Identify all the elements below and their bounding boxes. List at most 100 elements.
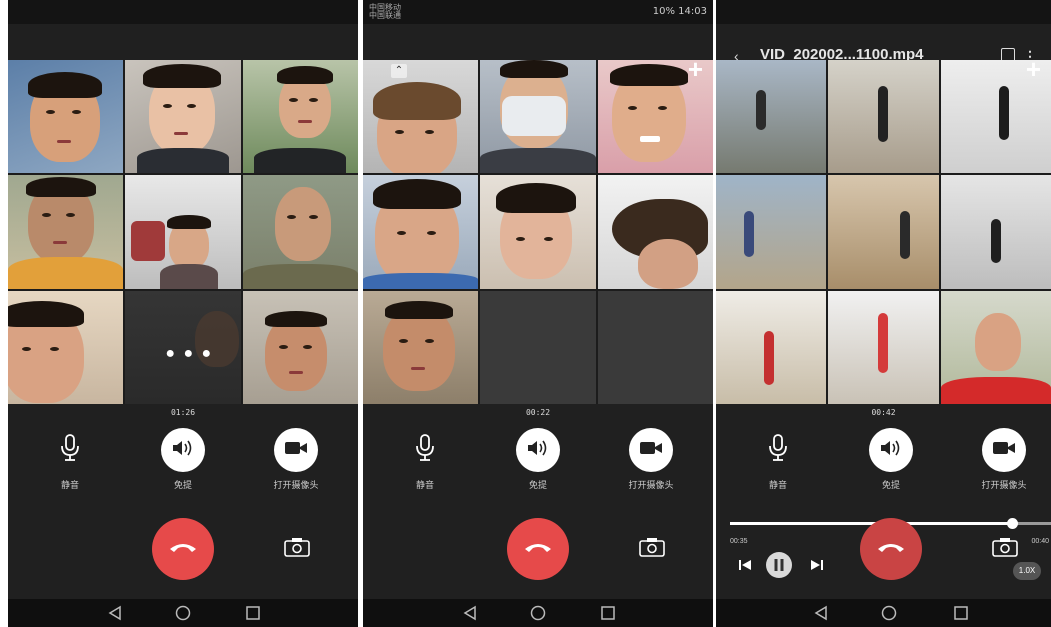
speaker-button[interactable]: 免提 <box>851 428 931 491</box>
nav-recent-icon[interactable] <box>952 604 970 622</box>
call-top-bar <box>8 24 358 60</box>
participant-video[interactable] <box>363 60 479 174</box>
microphone-icon <box>767 433 789 468</box>
speaker-icon <box>526 439 550 462</box>
hangup-button[interactable] <box>860 518 922 580</box>
call-timer: 01:26 <box>170 408 196 417</box>
connecting-dots: ● ● ● <box>165 344 214 362</box>
participant-grid <box>716 60 1051 404</box>
video-camera-icon <box>284 440 308 461</box>
hangup-icon <box>876 540 906 559</box>
participant-grid: ● ● ● <box>8 60 358 404</box>
participant-video[interactable] <box>125 175 241 289</box>
participant-video[interactable] <box>242 175 358 289</box>
phone-screen-1: ● ● ● 01:26 静音 免提 打开摄像头 <box>8 0 358 627</box>
video-current-time: 00:35 <box>730 538 748 545</box>
call-timer: 00:42 <box>871 408 896 417</box>
participant-video[interactable] <box>125 60 241 174</box>
status-bar <box>8 0 358 24</box>
camera-button[interactable]: 打开摄像头 <box>256 428 336 491</box>
video-camera-icon <box>992 440 1016 461</box>
speaker-icon <box>879 439 903 462</box>
nav-back-icon[interactable] <box>106 604 124 622</box>
mute-button[interactable]: 静音 <box>30 428 110 491</box>
mute-button[interactable]: 静音 <box>738 428 818 491</box>
status-right: 10% 14:03 <box>652 6 707 17</box>
video-seek-thumb[interactable] <box>1006 518 1018 529</box>
participant-video[interactable] <box>828 290 939 404</box>
hangup-icon <box>168 540 198 559</box>
nav-home-icon[interactable] <box>174 604 192 622</box>
system-nav-bar <box>363 599 713 627</box>
playback-speed-button[interactable]: 1.0X <box>1013 562 1041 580</box>
camera-label: 打开摄像头 <box>981 480 1027 490</box>
call-top-bar <box>363 24 713 60</box>
hangup-icon <box>523 540 553 559</box>
participant-video[interactable] <box>242 60 358 174</box>
play-pause-icon[interactable] <box>766 552 792 583</box>
participant-video[interactable] <box>363 175 479 289</box>
participant-video[interactable] <box>480 60 596 174</box>
mute-label: 静音 <box>768 480 787 490</box>
status-bar <box>716 0 1051 24</box>
speaker-button[interactable]: 免提 <box>143 428 223 491</box>
collapse-icon[interactable]: ⌃ <box>391 64 407 78</box>
nav-home-icon[interactable] <box>529 604 547 622</box>
participant-video[interactable] <box>828 175 939 289</box>
participant-grid <box>363 60 713 404</box>
nav-home-icon[interactable] <box>880 604 898 622</box>
nav-back-icon[interactable] <box>461 604 479 622</box>
camera-flip-icon <box>991 538 1019 562</box>
nav-back-icon[interactable] <box>812 604 830 622</box>
add-participant-plus-icon[interactable]: + <box>688 56 703 82</box>
camera-flip-button[interactable] <box>638 536 666 558</box>
mute-button[interactable]: 静音 <box>385 428 465 491</box>
camera-label: 打开摄像头 <box>628 480 674 490</box>
hangup-button[interactable] <box>507 518 569 580</box>
video-player-top-bar: ‹ VID_202002...1100.mp4 ⋮ <box>716 24 1051 64</box>
participant-video[interactable] <box>940 290 1051 404</box>
call-timer: 00:22 <box>525 408 551 417</box>
empty-participant-slot <box>480 290 596 404</box>
nav-recent-icon[interactable] <box>244 604 262 622</box>
video-duration: 00:40 <box>1031 538 1049 545</box>
microphone-icon <box>59 433 81 468</box>
participant-video[interactable] <box>716 60 827 174</box>
mute-label: 静音 <box>415 480 434 490</box>
speaker-icon <box>171 439 195 462</box>
status-bar: 中国移动 中国联通 10% 14:03 <box>363 0 713 24</box>
participant-video-connecting[interactable]: ● ● ● <box>125 290 241 404</box>
speaker-label: 免提 <box>173 480 192 490</box>
add-participant-plus-icon[interactable]: + <box>1026 56 1041 82</box>
participant-video[interactable] <box>242 290 358 404</box>
participant-video[interactable] <box>8 175 124 289</box>
hangup-button[interactable] <box>152 518 214 580</box>
camera-flip-icon <box>283 538 311 562</box>
participant-video[interactable] <box>716 290 827 404</box>
speaker-button[interactable]: 免提 <box>498 428 578 491</box>
system-nav-bar <box>8 599 358 627</box>
empty-participant-slot <box>597 290 713 404</box>
participant-video[interactable] <box>597 175 713 289</box>
speaker-label: 免提 <box>528 480 547 490</box>
participant-video[interactable] <box>716 175 827 289</box>
skip-next-icon[interactable] <box>810 558 824 577</box>
mute-label: 静音 <box>60 480 79 490</box>
camera-flip-button[interactable] <box>283 536 311 558</box>
participant-video[interactable] <box>480 175 596 289</box>
skip-previous-icon[interactable] <box>738 558 752 577</box>
participant-video[interactable] <box>363 290 479 404</box>
microphone-icon <box>414 433 436 468</box>
camera-flip-button[interactable] <box>991 536 1019 558</box>
camera-label: 打开摄像头 <box>273 480 319 490</box>
camera-flip-icon <box>638 538 666 562</box>
participant-video[interactable] <box>940 175 1051 289</box>
carrier-2: 中国联通 <box>369 11 401 20</box>
participant-video[interactable] <box>8 290 124 404</box>
camera-button[interactable]: 打开摄像头 <box>611 428 691 491</box>
nav-recent-icon[interactable] <box>599 604 617 622</box>
video-camera-icon <box>639 440 663 461</box>
participant-video[interactable] <box>8 60 124 174</box>
participant-video[interactable] <box>828 60 939 174</box>
camera-button[interactable]: 打开摄像头 <box>964 428 1044 491</box>
